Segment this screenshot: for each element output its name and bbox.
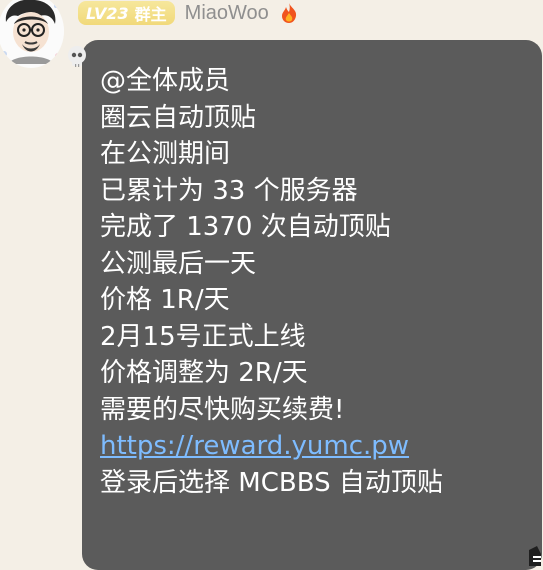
bubble-corner-decoration [529, 546, 541, 566]
message-text: @全体成员 圈云自动顶贴 在公测期间 已累计为 33 个服务器 完成了 1370… [100, 63, 535, 501]
message-line: 公测最后一天 [100, 248, 257, 279]
message-line: 圈云自动顶贴 [100, 102, 257, 133]
message-line: 价格调整为 2R/天 [100, 358, 308, 388]
message-line: 完成了 1370 次自动顶贴 [100, 212, 391, 242]
message-line: 已累计为 33 个服务器 [100, 175, 358, 206]
message-line: 需要的尽快购买续费! [100, 394, 345, 425]
fire-icon [281, 3, 296, 23]
message-line: 在公测期间 [100, 139, 231, 169]
reward-link[interactable]: https://reward.yumc.pw [100, 431, 409, 461]
level-text: LV23 [86, 3, 129, 23]
skull-icon [68, 46, 86, 67]
sender-name[interactable]: MiaoWoo [185, 2, 269, 25]
cartoon-man-avatar-icon [0, 0, 64, 64]
message-line: @全体成员 [100, 66, 231, 96]
role-text: 群主 [134, 5, 167, 24]
message-line: 价格 1R/天 [100, 285, 230, 315]
avatar[interactable] [0, 0, 64, 68]
level-badge: LV23 群主 [78, 1, 175, 25]
message-line: 登录后选择 MCBBS 自动顶贴 [100, 467, 443, 498]
message-header: LV23 群主 MiaoWoo [78, 0, 299, 26]
message-line: 2月15号正式上线 [100, 321, 306, 352]
